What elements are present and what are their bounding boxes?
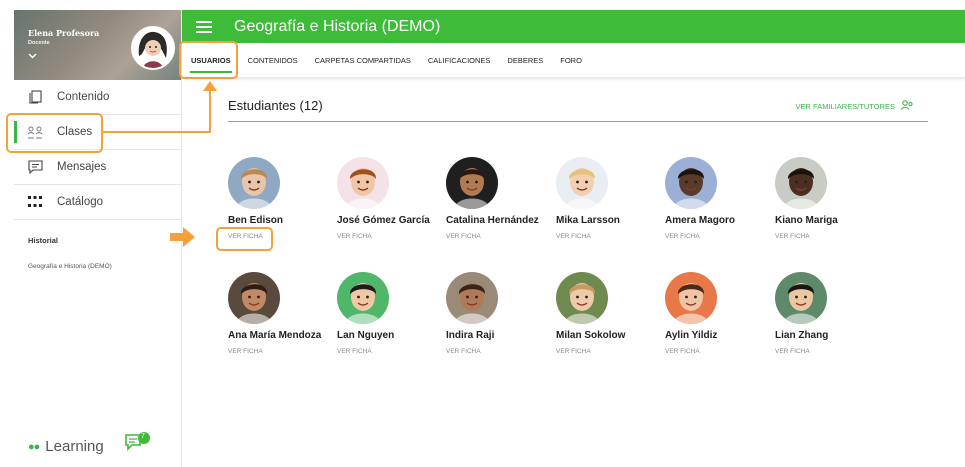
- student-photo[interactable]: [337, 272, 389, 324]
- student-name: Lan Nguyen: [337, 330, 395, 341]
- history-item[interactable]: Geografía e Historia (DEMO): [14, 263, 181, 270]
- menu-icon[interactable]: [196, 18, 212, 36]
- student-name: Ben Edison: [228, 215, 284, 226]
- student-card[interactable]: Catalina Hernández VER FICHA: [446, 157, 556, 240]
- arrow-right-icon: [170, 227, 195, 247]
- student-photo[interactable]: [556, 272, 608, 324]
- student-card[interactable]: Indira Raji VER FICHA: [446, 272, 556, 355]
- view-profile-link[interactable]: VER FICHA: [665, 233, 775, 240]
- student-card[interactable]: Lan Nguyen VER FICHA: [337, 272, 447, 355]
- student-photo[interactable]: [665, 272, 717, 324]
- student-photo[interactable]: [228, 157, 280, 209]
- user-group-icon: [900, 100, 914, 112]
- message-icon: [26, 159, 44, 175]
- tab-bar: USUARIOS CONTENIDOS CARPETAS COMPARTIDAS…: [182, 43, 965, 77]
- student-name: Mika Larsson: [556, 215, 620, 226]
- tab-carpetas-compartidas[interactable]: CARPETAS COMPARTIDAS: [315, 43, 411, 77]
- student-photo[interactable]: [775, 157, 827, 209]
- student-card[interactable]: José Gómez García VER FICHA: [337, 157, 447, 240]
- view-profile-link[interactable]: VER FICHA: [775, 348, 885, 355]
- student-name: Catalina Hernández: [446, 215, 539, 226]
- student-card[interactable]: Mika Larsson VER FICHA: [556, 157, 666, 240]
- view-profile-link[interactable]: VER FICHA: [665, 348, 775, 355]
- clases-highlight: [6, 113, 103, 153]
- view-profile-link[interactable]: VER FICHA: [337, 233, 447, 240]
- student-photo[interactable]: [337, 157, 389, 209]
- students-header: Estudiantes (12) VER FAMILIARES/TUTORES: [228, 98, 928, 122]
- student-card[interactable]: Kiano Mariga VER FICHA: [775, 157, 885, 240]
- student-card[interactable]: Milan Sokolow VER FICHA: [556, 272, 666, 355]
- chevron-down-icon[interactable]: [28, 52, 37, 61]
- student-photo[interactable]: [446, 157, 498, 209]
- student-name: Milan Sokolow: [556, 330, 626, 341]
- sidebar: Elena Profesora Docente Contenido Clases…: [14, 10, 182, 467]
- student-card[interactable]: Amera Magoro VER FICHA: [665, 157, 775, 240]
- view-profile-link[interactable]: VER FICHA: [228, 348, 338, 355]
- student-photo[interactable]: [775, 272, 827, 324]
- sidebar-item-contenido[interactable]: Contenido: [14, 80, 181, 115]
- view-profile-link[interactable]: VER FICHA: [556, 348, 666, 355]
- sidebar-item-catalogo[interactable]: Catálogo: [14, 185, 181, 220]
- copy-icon: [26, 89, 44, 105]
- view-family-label: VER FAMILIARES/TUTORES: [795, 101, 895, 111]
- profile-header[interactable]: Elena Profesora Docente: [14, 10, 181, 80]
- tab-calificaciones[interactable]: CALIFICACIONES: [428, 43, 491, 77]
- student-name: Kiano Mariga: [775, 215, 838, 226]
- profile-role: Docente: [28, 40, 50, 46]
- brand-name: Learning: [45, 438, 104, 455]
- student-photo[interactable]: [228, 272, 280, 324]
- tab-contenidos[interactable]: CONTENIDOS: [248, 43, 298, 77]
- student-photo[interactable]: [556, 157, 608, 209]
- app-root: Elena Profesora Docente Contenido Clases…: [0, 0, 965, 467]
- view-profile-link[interactable]: VER FICHA: [446, 233, 556, 240]
- sidebar-item-mensajes[interactable]: Mensajes: [14, 150, 181, 185]
- student-photo[interactable]: [446, 272, 498, 324]
- student-name: Ana María Mendoza: [228, 330, 322, 341]
- view-profile-link[interactable]: VER FICHA: [556, 233, 666, 240]
- view-family-link[interactable]: VER FAMILIARES/TUTORES: [796, 100, 914, 112]
- student-card[interactable]: Ana María Mendoza VER FICHA: [228, 272, 338, 355]
- chat-icon: [125, 432, 150, 451]
- profile-name: Elena Profesora: [28, 28, 100, 38]
- student-name: Amera Magoro: [665, 215, 736, 226]
- sidebar-item-label: Catálogo: [57, 196, 104, 208]
- sidebar-item-label: Mensajes: [57, 161, 107, 173]
- view-profile-link[interactable]: VER FICHA: [337, 348, 447, 355]
- avatar[interactable]: [131, 26, 175, 70]
- student-card[interactable]: Aylin Yildiz VER FICHA: [665, 272, 775, 355]
- view-profile-link[interactable]: VER FICHA: [775, 233, 885, 240]
- brand-dots-icon: ●●: [28, 440, 40, 453]
- students-title: Estudiantes (12): [228, 98, 323, 113]
- history-title: Historial: [28, 236, 59, 245]
- brand-logo: ●● Learning: [28, 438, 104, 455]
- chat-badge-count: 7: [141, 433, 145, 440]
- usuarios-tab-highlight: [179, 41, 238, 79]
- student-name: Lian Zhang: [775, 330, 829, 341]
- grid-icon: [26, 194, 44, 210]
- ver-ficha-highlight: [216, 227, 273, 251]
- arrow-up-icon: [203, 81, 217, 91]
- chat-button[interactable]: 7: [124, 431, 150, 453]
- tab-foro[interactable]: FORO: [560, 43, 582, 77]
- top-bar: Geografía e Historia (DEMO): [182, 10, 965, 43]
- student-photo[interactable]: [665, 157, 717, 209]
- student-name: Indira Raji: [446, 330, 495, 341]
- tab-deberes[interactable]: DEBERES: [507, 43, 543, 77]
- annotation-connector: [103, 131, 211, 133]
- sidebar-item-label: Contenido: [57, 91, 110, 103]
- student-card[interactable]: Lian Zhang VER FICHA: [775, 272, 885, 355]
- student-name: Aylin Yildiz: [665, 330, 718, 341]
- student-name: José Gómez García: [337, 215, 430, 226]
- view-profile-link[interactable]: VER FICHA: [446, 348, 556, 355]
- annotation-connector: [209, 90, 211, 133]
- course-title: Geografía e Historia (DEMO): [234, 17, 441, 35]
